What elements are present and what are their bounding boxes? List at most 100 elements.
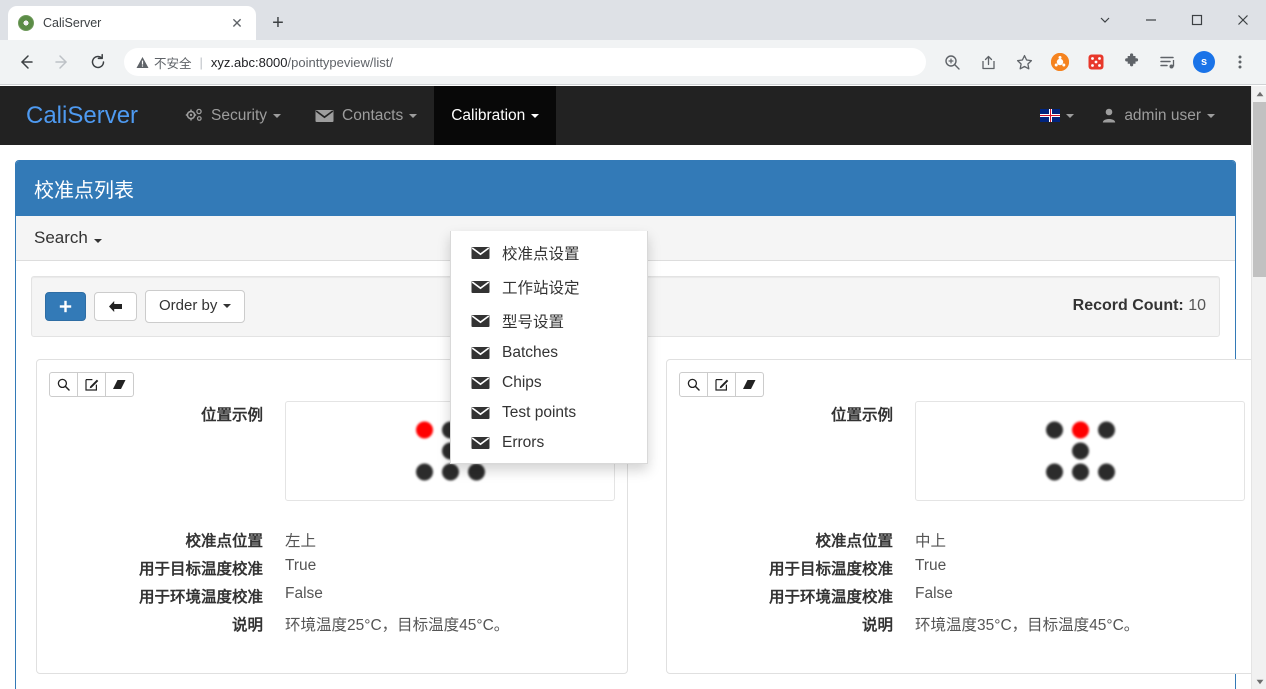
edit-button[interactable] xyxy=(707,371,736,397)
orange-circle-extension-icon[interactable] xyxy=(1045,47,1075,77)
dropdown-item-model-settings[interactable]: 型号设置 xyxy=(451,304,647,338)
back-icon[interactable] xyxy=(11,47,41,77)
chevron-down-icon xyxy=(223,304,232,309)
dropdown-item-label: Test points xyxy=(502,404,577,421)
dot xyxy=(1071,442,1089,459)
delete-button[interactable] xyxy=(735,371,764,397)
reload-icon[interactable] xyxy=(83,47,113,77)
field-row: 说明 环境温度35°C，目标温度45°C。 xyxy=(679,611,1245,635)
field-row: 用于目标温度校准 True xyxy=(49,555,615,579)
url-path: /pointtypeview/list/ xyxy=(287,54,394,70)
diagram-row: 位置示例 xyxy=(679,400,1245,501)
security-indicator[interactable]: 不安全 xyxy=(136,53,192,72)
dropdown-item-chips[interactable]: Chips xyxy=(451,368,647,398)
nav-item-contacts[interactable]: Contacts xyxy=(298,86,434,145)
new-tab-button[interactable]: + xyxy=(264,9,292,37)
dot xyxy=(467,463,485,480)
field-label: 说明 xyxy=(861,616,893,634)
edit-button[interactable] xyxy=(77,371,106,397)
minimize-button[interactable] xyxy=(1128,4,1174,36)
scroll-down-arrow-icon[interactable] xyxy=(1252,674,1266,689)
record-card: 位置示例 xyxy=(666,358,1258,674)
chevron-down-icon xyxy=(273,113,282,118)
back-button[interactable] xyxy=(94,291,137,321)
dot xyxy=(1071,421,1089,438)
dot xyxy=(415,463,433,480)
record-count-value: 10 xyxy=(1188,297,1206,315)
site-brand[interactable]: CaliServer xyxy=(26,102,138,130)
field-label: 校准点位置 xyxy=(185,532,263,550)
three-dot-menu-icon[interactable] xyxy=(1225,47,1255,77)
close-tab-icon[interactable]: ✕ xyxy=(228,14,246,32)
avatar: s xyxy=(1193,51,1215,73)
scroll-up-arrow-icon[interactable] xyxy=(1252,86,1266,101)
field-value: 左上 xyxy=(285,532,317,550)
field-label: 用于环境温度校准 xyxy=(768,588,893,606)
view-button[interactable] xyxy=(49,371,78,397)
scrollbar-thumb[interactable] xyxy=(1253,102,1266,277)
nav-item-security[interactable]: Security xyxy=(168,86,298,145)
user-icon xyxy=(1102,108,1116,123)
tab-search-button[interactable] xyxy=(1082,4,1128,36)
navbar-right: admin user xyxy=(1026,86,1229,145)
field-value: 环境温度35°C，目标温度45°C。 xyxy=(915,616,1140,634)
navbar-items: Security Contacts Calibration xyxy=(168,86,557,145)
chevron-down-icon xyxy=(1207,113,1215,118)
order-by-button[interactable]: Order by xyxy=(145,290,246,323)
dot xyxy=(441,463,459,480)
chevron-down-icon xyxy=(409,113,418,118)
dot xyxy=(1097,463,1115,480)
chevron-down-icon xyxy=(93,239,102,243)
address-bar[interactable]: 不安全 | xyz.abc:8000/pointtypeview/list/ xyxy=(124,48,926,76)
page-scrollbar[interactable] xyxy=(1251,86,1266,689)
chevron-down-icon xyxy=(1066,113,1075,118)
dot xyxy=(1045,463,1063,480)
dropdown-item-calibration-point-settings[interactable]: 校准点设置 xyxy=(451,236,647,270)
dropdown-item-batches[interactable]: Batches xyxy=(451,338,647,368)
close-window-button[interactable] xyxy=(1220,4,1266,36)
record-cards-next-row xyxy=(31,674,1220,689)
dropdown-item-test-points[interactable]: Test points xyxy=(451,398,647,428)
record-count-label: Record Count: xyxy=(1072,297,1184,315)
chevron-down-icon xyxy=(531,113,540,118)
page-title: 校准点列表 xyxy=(16,161,1235,216)
user-menu[interactable]: admin user xyxy=(1088,86,1229,145)
user-menu-label: admin user xyxy=(1124,106,1201,124)
delete-button[interactable] xyxy=(105,371,134,397)
envelope-icon xyxy=(471,436,490,450)
dot xyxy=(1045,421,1063,438)
reading-list-icon[interactable] xyxy=(1153,47,1183,77)
field-label: 用于环境温度校准 xyxy=(138,588,263,606)
url-host: xyz.abc:8000 xyxy=(210,54,288,70)
uk-flag-icon xyxy=(1040,109,1061,122)
share-icon[interactable] xyxy=(973,47,1003,77)
star-icon[interactable] xyxy=(1009,47,1039,77)
omnibox-separator: | xyxy=(199,54,203,70)
page-viewport: CaliServer Security Contacts Calibration… xyxy=(0,86,1266,689)
field-label: 用于目标温度校准 xyxy=(138,560,263,578)
dropdown-item-workstation-settings[interactable]: 工作站设定 xyxy=(451,270,647,304)
envelope-icon xyxy=(471,246,490,260)
field-value: False xyxy=(915,584,953,602)
field-row: 说明 环境温度25°C，目标温度45°C。 xyxy=(49,611,615,635)
field-row: 校准点位置 左上 xyxy=(49,527,615,551)
add-record-button[interactable] xyxy=(45,291,86,321)
dropdown-item-errors[interactable]: Errors xyxy=(451,428,647,458)
language-selector[interactable] xyxy=(1026,86,1088,145)
zoom-in-icon[interactable] xyxy=(937,47,967,77)
forward-icon xyxy=(47,47,77,77)
envelope-icon xyxy=(471,406,490,420)
diagram-label: 位置示例 xyxy=(200,406,263,424)
profile-avatar[interactable]: s xyxy=(1189,47,1219,77)
warning-triangle-icon xyxy=(136,56,149,69)
puzzle-extensions-icon[interactable] xyxy=(1117,47,1147,77)
red-dice-extension-icon[interactable] xyxy=(1081,47,1111,77)
maximize-button[interactable] xyxy=(1174,4,1220,36)
record-count: Record Count: 10 xyxy=(1073,297,1206,315)
dropdown-item-label: 工作站设定 xyxy=(502,280,580,297)
view-button[interactable] xyxy=(679,371,708,397)
tab-strip: CaliServer ✕ + xyxy=(0,0,1266,40)
browser-tab[interactable]: CaliServer ✕ xyxy=(8,6,256,40)
field-value: True xyxy=(915,556,947,574)
nav-item-calibration[interactable]: Calibration xyxy=(434,86,557,145)
